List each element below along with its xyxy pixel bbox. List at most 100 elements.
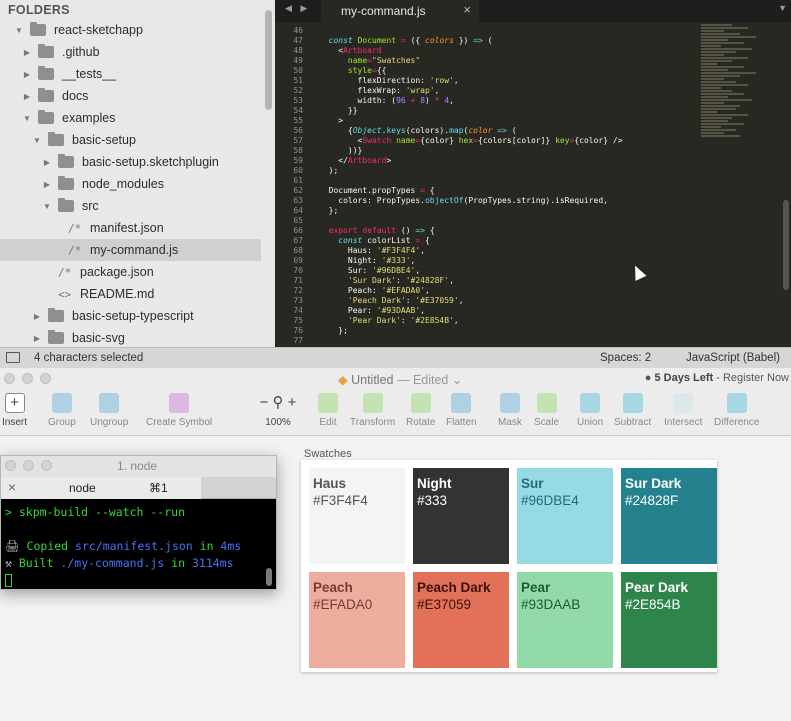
syntax-status[interactable]: JavaScript (Babel) (686, 352, 780, 364)
tab-close-icon[interactable]: × (463, 2, 471, 17)
sidebar-item[interactable]: /* package.json (0, 261, 261, 283)
tab-nav-arrows-icon[interactable]: ◀ ▶ (285, 3, 310, 14)
terminal-window[interactable]: 1. node × node ⌘1 > skpm-build --watch -… (0, 455, 277, 590)
code-line: </Artboard> (319, 156, 392, 165)
color-swatch[interactable]: Night #333 (413, 468, 509, 564)
color-swatch[interactable]: Sur #96DBE4 (517, 468, 613, 564)
register-link[interactable]: - Register Now (713, 372, 789, 384)
color-swatch[interactable]: Pear #93DAAB (517, 572, 613, 668)
sidebar-item-label: node_modules (82, 177, 165, 191)
color-swatch[interactable]: Peach Dark #E37059 (413, 572, 509, 668)
terminal-zoom-icon[interactable] (41, 460, 52, 471)
code-content[interactable]: const Document = ({ colors }) => ( <Artb… (319, 26, 699, 346)
terminal-minimize-icon[interactable] (23, 460, 34, 471)
ungroup-icon (99, 393, 120, 413)
terminal-scrollbar[interactable] (266, 568, 272, 586)
sidebar-item[interactable]: ▶ .github (0, 41, 261, 63)
sidebar-item[interactable]: ▶ node_modules (0, 173, 261, 195)
color-swatch[interactable]: Peach #EFADA0 (309, 572, 405, 668)
indentation-status[interactable]: Spaces: 2 (600, 352, 651, 364)
disclosure-closed-icon[interactable]: ▶ (32, 334, 42, 343)
toolbar-group-button[interactable]: Group (48, 393, 76, 428)
sidebar-item[interactable]: ▼ src (0, 195, 261, 217)
color-swatch[interactable]: Sur Dark #24828F (621, 468, 717, 564)
code-editor[interactable]: ◀ ▶ my-command.js × ▼ 46 47 48 49 50 51 52 53 54… (275, 0, 791, 347)
terminal-command-line: > skpm-build --watch --run (5, 504, 241, 521)
tab-my-command-js[interactable]: my-command.js × (321, 0, 479, 22)
close-window-icon[interactable] (4, 373, 15, 384)
code-line: }; (319, 206, 339, 215)
sidebar-item[interactable]: ▼ react-sketchapp (0, 19, 261, 41)
output-line2-path: ./my-command.js (60, 556, 165, 570)
disclosure-open-icon[interactable]: ▼ (42, 202, 52, 211)
toolbar-edit-button[interactable]: Edit (318, 393, 338, 428)
trial-banner[interactable]: ● 5 Days Left - Register Now (645, 372, 789, 384)
sidebar-item[interactable]: <> README.md (0, 283, 261, 305)
terminal-output[interactable]: > skpm-build --watch --run 🖨 Copied src/… (5, 504, 241, 589)
disclosure-closed-icon[interactable]: ▶ (32, 312, 42, 321)
toolbar-difference-button[interactable]: Difference (714, 393, 759, 428)
disclosure-closed-icon[interactable]: ▶ (22, 48, 32, 57)
edit-icon (318, 393, 338, 413)
color-swatch[interactable]: Haus #F3F4F4 (309, 468, 405, 564)
sidebar-item[interactable]: ▶ basic-setup.sketchplugin (0, 151, 261, 173)
swatch-name: Pear (521, 580, 551, 595)
terminal-close-icon[interactable] (5, 460, 16, 471)
toolbar-mask-button[interactable]: Mask (498, 393, 522, 428)
minimize-window-icon[interactable] (22, 373, 33, 384)
toolbar-intersect-button[interactable]: Intersect (664, 393, 702, 428)
sidebar-item[interactable]: /* my-command.js (0, 239, 261, 261)
line-number: 51 (293, 76, 303, 85)
sidebar-item[interactable]: ▶ __tests__ (0, 63, 261, 85)
zoom-window-icon[interactable] (40, 373, 51, 384)
sketch-toolbar: + Insert Group Ungroup Create Symbol − ⚲ + 100… (0, 390, 791, 436)
artboard-label[interactable]: Swatches (304, 448, 352, 460)
terminal-tab-close-icon[interactable]: × (8, 479, 16, 495)
sidebar-item-label: basic-svg (72, 331, 125, 345)
toolbar-zoom-button[interactable]: − ⚲ + 100% (248, 393, 308, 428)
toolbar-symbol-button[interactable]: Create Symbol (146, 393, 212, 428)
disclosure-closed-icon[interactable]: ▶ (22, 92, 32, 101)
line-number: 72 (293, 286, 303, 295)
toolbar-transform-button[interactable]: Transform (350, 393, 395, 428)
sidebar-item[interactable]: ▶ basic-svg (0, 327, 261, 347)
line-number: 76 (293, 326, 303, 335)
disclosure-open-icon[interactable]: ▼ (32, 136, 42, 145)
document-title[interactable]: ◆ Untitled — Edited ⌄ (338, 372, 462, 387)
toolbar-rotate-button[interactable]: Rotate (406, 393, 435, 428)
toolbar-flatten-button[interactable]: Flatten (446, 393, 477, 428)
swatch-hex: #E37059 (417, 597, 472, 612)
sidebar-item[interactable]: ▼ basic-setup (0, 129, 261, 151)
disclosure-closed-icon[interactable]: ▶ (42, 180, 52, 189)
color-swatch[interactable]: Pear Dark #2E854B (621, 572, 717, 668)
disclosure-open-icon[interactable]: ▼ (14, 26, 24, 35)
panel-toggle-icon[interactable] (6, 352, 20, 363)
toolbar-union-button[interactable]: Union (577, 393, 603, 428)
code-minimap[interactable] (701, 24, 779, 184)
disclosure-closed-icon[interactable]: ▶ (22, 70, 32, 79)
sidebar-item[interactable]: ▶ docs (0, 85, 261, 107)
sidebar-item[interactable]: ▼ examples (0, 107, 261, 129)
sidebar-item[interactable]: ▶ basic-setup-typescript (0, 305, 261, 327)
code-line: Peach: '#EFADA0', (319, 286, 430, 295)
terminal-tab-node[interactable]: × node ⌘1 (1, 477, 201, 499)
swatch-name: Night (417, 476, 452, 491)
toolbar-scale-button[interactable]: Scale (534, 393, 559, 428)
minimap-line (701, 27, 748, 29)
toolbar-subtract-button[interactable]: Subtract (614, 393, 651, 428)
toolbar-plus-button[interactable]: + Insert (2, 393, 27, 428)
code-line: width: (96 + 8) * 4, (319, 96, 454, 105)
document-name: Untitled (351, 373, 394, 387)
sidebar-item[interactable]: /* manifest.json (0, 217, 261, 239)
artboard-swatches[interactable]: Haus #F3F4F4 Night #333 Sur #96DBE4 Sur Dark #2… (301, 460, 717, 672)
editor-scrollbar[interactable] (783, 200, 789, 290)
sidebar-scrollbar[interactable] (265, 10, 272, 110)
tab-dropdown-icon[interactable]: ▼ (778, 3, 787, 13)
toolbar-ungroup-button[interactable]: Ungroup (90, 393, 128, 428)
disclosure-open-icon[interactable]: ▼ (22, 114, 32, 123)
disclosure-closed-icon[interactable]: ▶ (42, 158, 52, 167)
minimap-line (701, 75, 740, 77)
toolbar-label: Flatten (446, 417, 477, 428)
folder-icon (48, 308, 64, 322)
